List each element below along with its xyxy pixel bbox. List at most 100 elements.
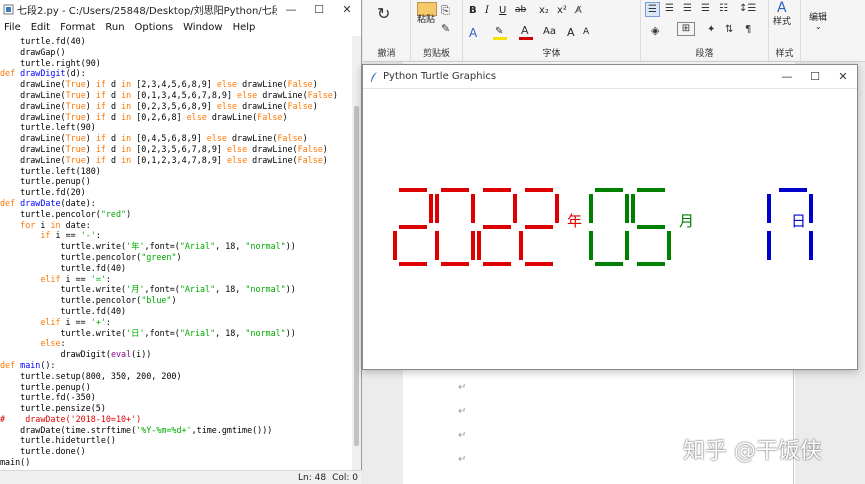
code-token: "normal" [245, 241, 286, 252]
code-token: if [95, 143, 106, 154]
strikethrough-button[interactable]: ab [515, 5, 526, 15]
code-token: "blue" [141, 295, 172, 306]
menu-window[interactable]: Window [183, 22, 222, 33]
code-token: d [105, 100, 122, 111]
code-token: turtle.penup() [0, 176, 91, 187]
code-token: drawLine( [0, 143, 66, 154]
menu-help[interactable]: Help [233, 22, 256, 33]
edit-group: 编辑 ⌄ [801, 0, 865, 62]
code-token: drawLine( [257, 89, 308, 100]
code-line: elif i == '+': [0, 317, 352, 328]
superscript-button[interactable]: x² [557, 5, 567, 16]
code-token: turtle.write( [0, 327, 127, 338]
paragraph-mark: ↵ [458, 430, 467, 441]
clear-format-icon[interactable]: A̸ [575, 5, 582, 16]
code-token: turtle.left(90) [0, 122, 96, 133]
align-left-icon[interactable]: ☰ [645, 2, 660, 17]
minimize-button[interactable]: — [277, 0, 305, 19]
chevron-down-icon[interactable]: ⌄ [815, 22, 822, 31]
shading-icon[interactable]: ◈ [651, 24, 659, 37]
code-token: drawLine( [0, 89, 66, 100]
code-token: i == [60, 273, 91, 284]
grow-font-button[interactable]: A [567, 26, 575, 39]
undo-label: 撤消 [377, 49, 396, 59]
paragraph-mark: ↵ [458, 454, 467, 465]
copy-icon[interactable]: ⎘ [441, 4, 450, 18]
sort-icon[interactable]: ⇅ [725, 24, 733, 35]
distribute-icon[interactable]: ☷ [719, 3, 728, 14]
code-line: turtle.fd(40) [0, 36, 352, 47]
undo-icon[interactable]: ↻ [377, 4, 390, 23]
code-token: False [297, 154, 323, 165]
turtle-close-button[interactable]: ✕ [829, 70, 857, 83]
code-token: i == [60, 316, 91, 327]
code-token: ) [282, 111, 288, 122]
borders-icon[interactable]: ⊞ [677, 22, 695, 36]
styles-button-label[interactable]: 样式 [773, 14, 791, 27]
code-token: [2,3,4,5,6,8,9] [131, 79, 217, 90]
code-token: : [60, 338, 66, 349]
code-token: turtle.pencolor( [0, 208, 101, 219]
code-token: True [65, 133, 86, 144]
code-token: turtle.write( [0, 241, 127, 252]
close-button[interactable]: ✕ [333, 0, 361, 19]
code-token: drawLine( [226, 133, 278, 144]
code-token: True [65, 111, 86, 122]
asian-layout-icon[interactable]: ✦ [707, 24, 715, 35]
align-center-icon[interactable]: ☰ [665, 3, 674, 14]
code-token: "normal" [245, 327, 286, 338]
italic-button[interactable]: I [485, 5, 489, 16]
code-token: turtle.hideturtle() [0, 435, 116, 446]
subscript-button[interactable]: x₂ [539, 5, 549, 16]
idle-titlebar[interactable]: 七段2.py - C:/Users/25848/Desktop/刘思阳Pytho… [0, 0, 361, 19]
line-spacing-icon[interactable]: ↕☰ [739, 3, 756, 14]
turtle-minimize-button[interactable]: — [773, 70, 801, 83]
menu-file[interactable]: File [4, 22, 21, 33]
code-token: in [121, 154, 132, 165]
justify-icon[interactable]: ☰ [701, 3, 710, 14]
show-marks-icon[interactable]: ¶ [745, 24, 751, 35]
code-token: , 18, [215, 284, 246, 295]
menu-options[interactable]: Options [135, 22, 174, 33]
turtle-titlebar[interactable]: Python Turtle Graphics — ☐ ✕ [363, 65, 857, 89]
format-painter-icon[interactable]: ✎ [441, 22, 450, 35]
paste-label[interactable]: 粘贴 [417, 12, 435, 25]
font-color-button[interactable]: A [519, 24, 533, 40]
code-token: True [65, 143, 86, 154]
turtle-maximize-button[interactable]: ☐ [801, 70, 829, 83]
code-line: turtle.fd(20) [0, 187, 352, 198]
vertical-scrollbar[interactable] [352, 36, 361, 470]
code-token: ) [312, 100, 318, 111]
code-line: turtle.left(90) [0, 122, 352, 133]
menu-format[interactable]: Format [60, 22, 95, 33]
code-token: True [65, 154, 86, 165]
bold-button[interactable]: B [469, 5, 477, 16]
code-editor[interactable]: turtle.fd(40) drawGap() turtle.right(90)… [0, 36, 352, 470]
text-effect-button[interactable]: A [469, 26, 477, 40]
code-token: (): [40, 359, 56, 370]
code-line: turtle.setup(800, 350, 200, 200) [0, 371, 352, 382]
code-token: drawDigit( [0, 349, 111, 360]
maximize-button[interactable]: ☐ [305, 0, 333, 19]
menu-edit[interactable]: Edit [31, 22, 50, 33]
align-right-icon[interactable]: ☰ [683, 3, 692, 14]
menu-run[interactable]: Run [105, 22, 124, 33]
highlight-button[interactable]: ✎ [493, 26, 507, 40]
code-token: [0,4,5,6,8,9] [131, 133, 207, 144]
shrink-font-button[interactable]: A [583, 27, 589, 37]
scrollbar-thumb[interactable] [354, 106, 359, 446]
change-case-button[interactable]: Aa [543, 26, 556, 37]
code-token: in [121, 79, 132, 90]
code-token: '-' [80, 230, 96, 241]
code-line: turtle.fd(40) [0, 306, 352, 317]
code-token: turtle.fd(20) [0, 187, 86, 198]
code-token: : [95, 230, 101, 241]
code-token: False [287, 79, 313, 90]
code-token: drawLine( [0, 133, 66, 144]
code-line: if i == '-': [0, 230, 352, 241]
underline-button[interactable]: U [499, 5, 506, 16]
date-unit-label: 年 [567, 212, 582, 230]
code-token: def [0, 359, 21, 370]
